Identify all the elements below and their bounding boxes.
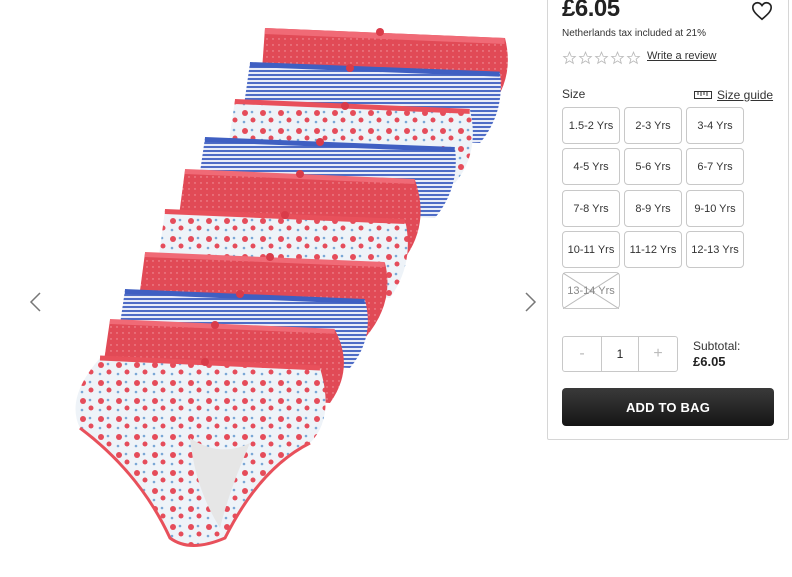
- size-option[interactable]: 4-5 Yrs: [562, 148, 620, 185]
- size-option[interactable]: 11-12 Yrs: [624, 231, 682, 268]
- tax-note: Netherlands tax included at 21%: [562, 28, 706, 39]
- size-option-label: 13-14 Yrs: [567, 284, 615, 297]
- size-option[interactable]: 1.5-2 Yrs: [562, 107, 620, 144]
- star-icon: [610, 51, 625, 65]
- rating-stars: [562, 51, 641, 65]
- size-option[interactable]: 7-8 Yrs: [562, 190, 620, 227]
- brief-10: [75, 355, 326, 547]
- size-option[interactable]: 10-11 Yrs: [562, 231, 620, 268]
- product-gallery: [0, 0, 545, 577]
- subtotal-value: £6.05: [693, 354, 726, 369]
- star-icon: [626, 51, 641, 65]
- star-icon: [578, 51, 593, 65]
- product-image: [75, 28, 508, 547]
- size-option[interactable]: 8-9 Yrs: [624, 190, 682, 227]
- star-icon: [562, 51, 577, 65]
- size-option[interactable]: 6-7 Yrs: [686, 148, 744, 185]
- size-option-unavailable: 13-14 Yrs: [562, 272, 620, 309]
- quantity-decrease-button[interactable]: -: [563, 337, 601, 371]
- size-guide-link[interactable]: Size guide: [694, 88, 773, 102]
- product-price: £6.05: [562, 0, 620, 22]
- product-purchase-panel: £6.05 Netherlands tax included at 21% Wr…: [547, 0, 789, 440]
- size-option[interactable]: 5-6 Yrs: [624, 148, 682, 185]
- quantity-stepper: - 1 +: [562, 336, 678, 372]
- size-option[interactable]: 3-4 Yrs: [686, 107, 744, 144]
- quantity-increase-button[interactable]: +: [639, 337, 677, 371]
- size-option[interactable]: 12-13 Yrs: [686, 231, 744, 268]
- subtotal-label: Subtotal:: [693, 339, 741, 353]
- quantity-value[interactable]: 1: [601, 337, 639, 371]
- ruler-icon: [694, 91, 712, 99]
- size-option[interactable]: 9-10 Yrs: [686, 190, 744, 227]
- chevron-left-icon[interactable]: [26, 290, 46, 314]
- star-icon: [594, 51, 609, 65]
- size-option[interactable]: 2-3 Yrs: [624, 107, 682, 144]
- add-to-bag-button[interactable]: ADD TO BAG: [562, 388, 774, 426]
- chevron-right-icon[interactable]: [520, 290, 540, 314]
- write-review-link[interactable]: Write a review: [647, 50, 716, 62]
- size-guide-label: Size guide: [717, 88, 774, 102]
- size-label: Size: [562, 87, 586, 101]
- heart-icon[interactable]: [751, 0, 773, 22]
